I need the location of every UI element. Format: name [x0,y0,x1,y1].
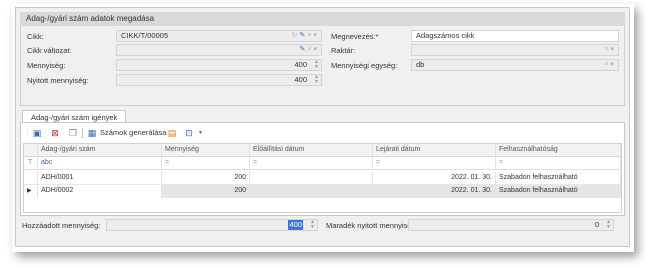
batch-grid: Adag-/gyári szám Mennyiség Előállítási d… [23,143,622,213]
nyitott-mennyiseg-field[interactable]: 400 ▲ ▼ [116,74,322,86]
grid-header-row: Adag-/gyári szám Mennyiség Előállítási d… [24,144,621,157]
group-title: Adag-/gyári szám adatok megadása [20,12,625,26]
table-cell[interactable]: Szabadon felhasználható [496,185,621,198]
cikk-valtozat-icons: ✎×▾ [300,45,319,55]
grid-toolbar: ⋮ ▣ ⊠ ❐ ▦ Számok generálása ▤ ⊡ ▾ [23,126,623,140]
mennyiseg-value: 400 [294,60,307,69]
filter-cell[interactable]: = [496,157,621,170]
cikk-field-icons: ↻✎×▾ [292,31,319,41]
raktar-label: Raktár: [331,46,356,55]
cikk-valtozat-label: Cikk változat: [27,46,72,55]
row-pointer-icon: ▶ [24,185,38,198]
table-cell[interactable]: 200 [162,185,250,198]
refresh-icon[interactable]: ↻ [292,32,300,39]
maradek-value: 0 [594,220,599,229]
nyitott-mennyiseg-value: 400 [294,75,307,84]
maradek-field[interactable]: 0 ▲ ▼ [408,219,614,231]
excel-icon[interactable]: ▤ [166,127,178,139]
hozzaadott-value: 400 [288,220,303,230]
column-header[interactable]: Felhasználhatóság [496,144,621,157]
toolbar-separator [82,128,83,138]
table-cell[interactable]: ADH/0001 [38,172,162,185]
table-cell[interactable] [250,185,373,198]
delete-row-icon[interactable]: ⊠ [49,127,61,139]
cikk-valtozat-field[interactable]: ✎×▾ [116,44,322,56]
table-row[interactable]: ADH/0001 200 2022. 01. 30. Szabadon felh… [24,172,621,185]
mennyiseg-spinner-icon[interactable]: ▲ ▼ [313,60,320,70]
filter-cell[interactable]: abc [38,157,162,170]
table-cell[interactable]: ADH/0002 [38,185,162,198]
copy-row-icon[interactable]: ❐ [67,127,79,139]
column-header[interactable]: Előállítási dátum [250,144,373,157]
add-row-icon[interactable]: ▣ [31,127,43,139]
megnevezes-field[interactable]: Adagszámos cikk [411,30,619,42]
filter-icon[interactable]: ⊤ [24,157,38,170]
chevron-down-icon[interactable]: ▾ [313,32,319,39]
table-cell[interactable]: 200 [162,172,250,185]
raktar-icons: ×▾ [604,45,616,55]
chevron-down-icon[interactable]: ▾ [313,46,319,53]
chevron-down-icon[interactable]: ▾ [610,46,616,53]
maradek-spinner-icon[interactable]: ▲ ▼ [605,220,612,230]
egyseg-field[interactable]: db ×▾ [411,59,619,71]
table-cell[interactable]: Szabadon felhasználható [496,172,621,185]
filter-cell[interactable]: = [162,157,250,170]
export-icon[interactable]: ⊡ [183,127,195,139]
maradek-label: Maradék nyitott mennyiség: [326,221,418,230]
column-header[interactable]: Lejárati dátum [373,144,496,157]
nyitott-spinner-icon[interactable]: ▲ ▼ [313,75,320,85]
hozzaadott-spinner-icon[interactable]: ▲ ▼ [309,220,316,230]
megnevezes-label: Megnevezés:* [331,32,379,41]
hozzaadott-field[interactable]: 400 ▲ ▼ [106,219,318,231]
mennyiseg-field[interactable]: 400 ▲ ▼ [116,59,322,71]
egyseg-label: Mennyiségi egység: [331,61,398,70]
column-header[interactable]: Mennyiség [162,144,250,157]
filter-cell[interactable]: = [373,157,496,170]
row-indicator-header [24,144,38,157]
chevron-down-icon[interactable]: ▾ [610,61,616,68]
batch-data-group: Cikk: CIKK/T/00005 ↻✎×▾ Cikk változat: ✎… [20,26,625,106]
megnevezes-value: Adagszámos cikk [416,31,475,40]
hozzaadott-label: Hozzáadott mennyiség: [22,221,101,230]
generate-numbers-button[interactable]: Számok generálása [100,128,166,137]
cikk-value: CIKK/T/00005 [121,31,169,40]
table-cell[interactable]: 2022. 01. 30. [373,172,496,185]
table-cell[interactable] [250,172,373,185]
row-indicator [24,172,38,185]
filter-cell[interactable]: = [250,157,373,170]
raktar-field[interactable]: ×▾ [411,44,619,56]
table-row[interactable]: ▶ ADH/0002 200 2022. 01. 30. Szabadon fe… [24,185,621,198]
column-header[interactable]: Adag-/gyári szám [38,144,162,157]
tab-panel: ⋮ ▣ ⊠ ❐ ▦ Számok generálása ▤ ⊡ ▾ Adag-/… [20,122,625,216]
egyseg-value: db [416,60,425,69]
cikk-label: Cikk: [27,32,44,41]
generate-numbers-icon[interactable]: ▦ [86,127,98,139]
mennyiseg-label: Mennyiség: [27,61,66,70]
chevron-down-icon[interactable]: ▾ [199,129,202,136]
table-cell[interactable]: 2022. 01. 30. [373,185,496,198]
grid-filter-row: ⊤ abc = = = = [24,157,621,170]
batch-number-dialog: Adag-/gyári szám adatok megadása Cikk: C… [15,7,630,247]
egyseg-icons: ×▾ [604,60,616,70]
cikk-field[interactable]: CIKK/T/00005 ↻✎×▾ [116,30,322,42]
nyitott-mennyiseg-label: Nyitott mennyiség: [27,76,89,85]
